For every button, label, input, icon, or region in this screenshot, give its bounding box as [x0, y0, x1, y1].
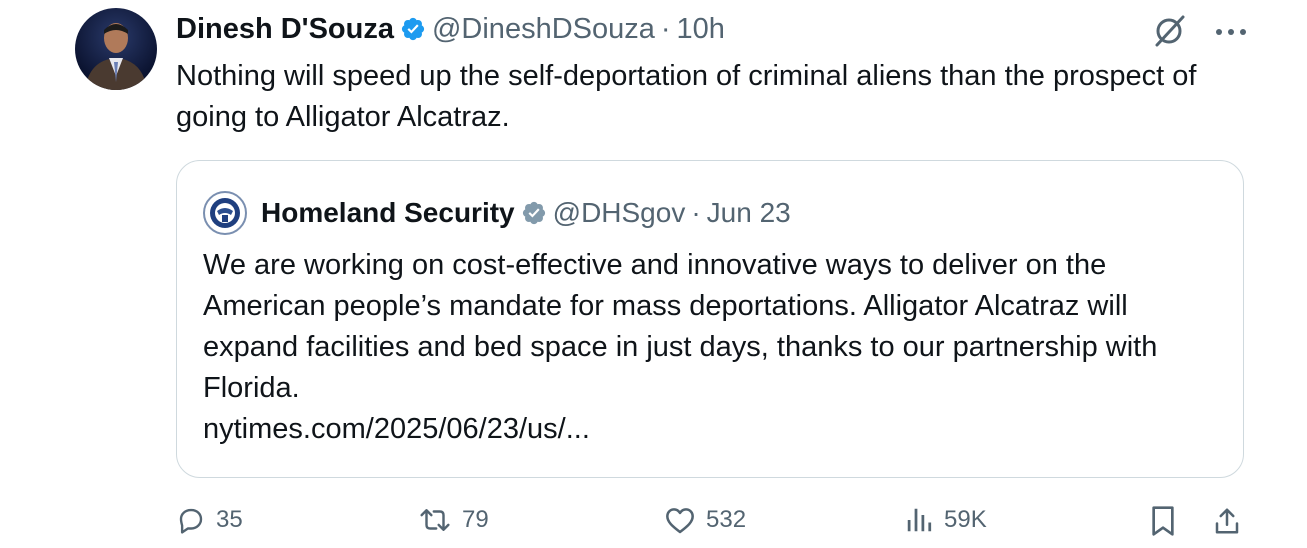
- quoted-author-name: Homeland Security: [261, 197, 515, 228]
- quoted-tweet-card[interactable]: Homeland Security @DHSgov · Jun 23 We ar…: [176, 160, 1244, 478]
- quoted-tweet-body: We are working on cost-effective and inn…: [203, 249, 1158, 404]
- reply-count: 35: [216, 506, 243, 533]
- quoted-tweet-link[interactable]: nytimes.com/2025/06/23/us/...: [203, 409, 1223, 450]
- like-icon: [666, 508, 694, 534]
- views-count: 59K: [944, 506, 987, 533]
- author-name[interactable]: Dinesh D'Souza: [176, 10, 394, 48]
- grok-icon[interactable]: [1150, 12, 1188, 55]
- like-count: 532: [706, 506, 747, 533]
- reply-icon: [179, 508, 203, 534]
- quoted-tweet-date: Jun 23: [706, 197, 791, 228]
- dhs-seal-icon: [203, 191, 247, 235]
- repost-button[interactable]: 79: [418, 505, 489, 535]
- tweet-action-bar: 35 79 532 59K: [0, 505, 1307, 545]
- tweet-time[interactable]: 10h: [677, 10, 725, 48]
- verified-gray-badge-icon: [521, 200, 547, 226]
- quoted-tweet-header: Homeland Security @DHSgov · Jun 23: [203, 191, 791, 235]
- tweet-header: Dinesh D'Souza @DineshDSouza · 10h: [176, 10, 725, 48]
- repost-icon: [420, 509, 450, 531]
- views-icon: [907, 508, 932, 532]
- more-icon[interactable]: [1214, 25, 1248, 43]
- reply-button[interactable]: 35: [176, 505, 243, 535]
- like-button[interactable]: 532: [664, 505, 746, 535]
- separator-dot: ·: [660, 13, 671, 45]
- author-handle[interactable]: @DineshDSouza: [432, 10, 655, 48]
- share-icon: [1215, 508, 1239, 534]
- quoted-author-handle: @DHSgov: [552, 197, 686, 228]
- bookmark-icon: [1152, 506, 1174, 536]
- author-avatar[interactable]: [75, 8, 157, 90]
- quoted-tweet-text: We are working on cost-effective and inn…: [203, 245, 1223, 450]
- views-button[interactable]: 59K: [904, 505, 987, 535]
- bookmark-button[interactable]: [1149, 505, 1177, 537]
- repost-count: 79: [462, 506, 489, 533]
- avatar-image: [85, 23, 147, 90]
- share-button[interactable]: [1212, 505, 1242, 537]
- verified-badge-icon[interactable]: [400, 16, 426, 42]
- quoted-separator-dot: ·: [691, 197, 701, 228]
- tweet-text: Nothing will speed up the self-deportati…: [176, 60, 1197, 133]
- quoted-author-avatar: [203, 191, 247, 235]
- top-actions: [1150, 12, 1248, 55]
